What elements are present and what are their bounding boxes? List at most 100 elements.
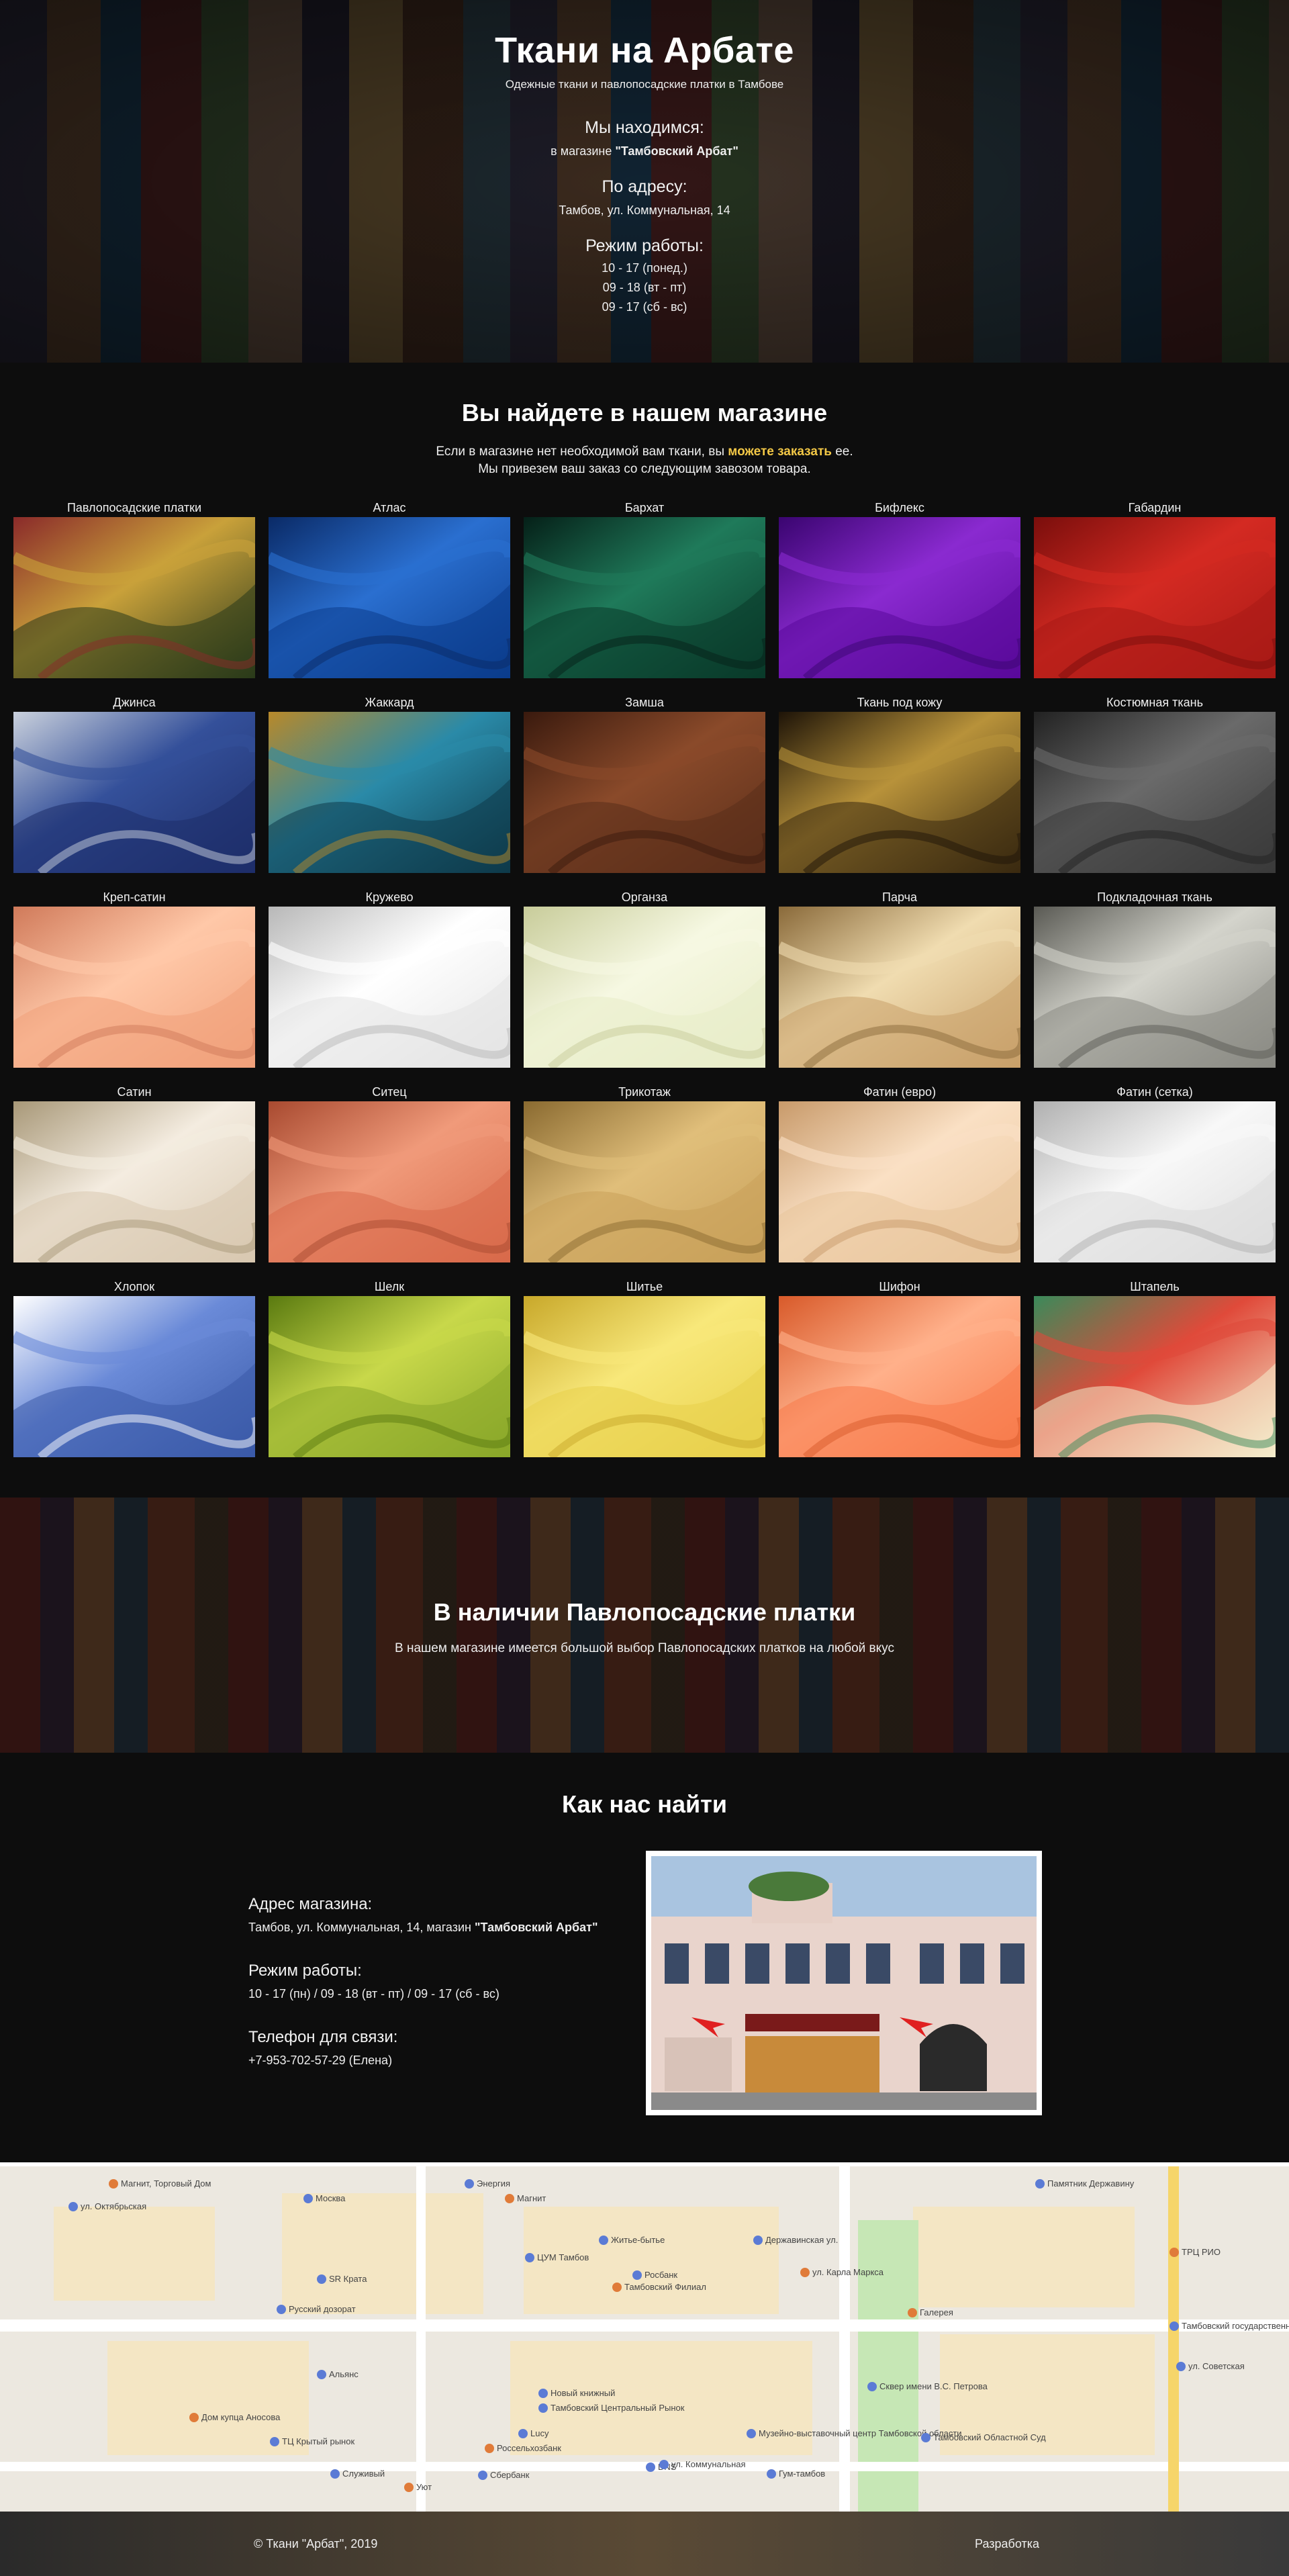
map-label: Москва (316, 2193, 346, 2203)
fabric-name: Бархат (624, 501, 665, 514)
hours-line: 09 - 18 (вт - пт) (602, 281, 687, 294)
developer-link[interactable]: Разработка (975, 2537, 1039, 2551)
fabric-card: Хлопок (13, 1277, 255, 1457)
map-label: Магнит (517, 2193, 546, 2203)
map-marker-icon[interactable] (753, 2236, 763, 2245)
map-block (54, 2207, 215, 2301)
fabric-image (13, 907, 255, 1068)
fabric-image (524, 712, 765, 873)
fabric-image (779, 1296, 1020, 1457)
map-label: ул. Октябрьская (81, 2201, 147, 2211)
map-label: Тамбовский Областной Суд (933, 2432, 1046, 2442)
fabric-image (13, 1101, 255, 1262)
store-hours: 10 - 17 (пн) / 09 - 18 (вт - пт) / 09 - … (248, 1987, 499, 2000)
find-us-section: Как нас найти Адрес магазина: Тамбов, ул… (0, 1753, 1289, 2162)
fabric-card: Бархат (524, 498, 765, 678)
location-map[interactable]: Магнит, Торговый Дом ул. Октябрьская Москв… (0, 2162, 1289, 2512)
fabric-card: Шифон (779, 1277, 1020, 1457)
store-building-image (651, 1856, 1037, 2110)
map-marker-icon[interactable] (478, 2471, 487, 2480)
fabric-image (524, 1101, 765, 1262)
map-marker-icon[interactable] (767, 2469, 776, 2479)
map-label: Lucy (530, 2428, 549, 2438)
map-road (839, 2166, 850, 2512)
map-marker-icon[interactable] (317, 2370, 326, 2379)
shawls-title: В наличии Павлопосадские платки (433, 1598, 856, 1626)
map-marker-icon[interactable] (1169, 2321, 1179, 2331)
fabric-image (269, 712, 510, 873)
map-marker-icon[interactable] (538, 2389, 548, 2398)
map-marker-icon[interactable] (659, 2460, 669, 2469)
map-label: Альянс (329, 2369, 359, 2379)
map-marker-icon[interactable] (518, 2429, 528, 2438)
fabric-image (269, 907, 510, 1068)
fabric-name: Ткань под кожу (857, 696, 943, 709)
find-us-title: Как нас найти (562, 1790, 727, 1818)
map-marker-icon[interactable] (538, 2403, 548, 2413)
map-marker-icon[interactable] (317, 2274, 326, 2284)
fabric-card: Шелк (269, 1277, 510, 1457)
map-label: Служивый (342, 2469, 385, 2479)
map-label: Уют (416, 2482, 432, 2492)
fabric-name: Фатин (евро) (863, 1085, 937, 1099)
fabrics-lead: Если в магазине нет необходимой вам ткан… (0, 443, 1289, 478)
fabric-image (13, 712, 255, 873)
fabric-name: Парча (882, 890, 917, 904)
map-marker-icon[interactable] (612, 2283, 622, 2292)
map-marker-icon[interactable] (277, 2305, 286, 2314)
fabric-name: Жаккард (365, 696, 414, 709)
shawls-text: В нашем магазине имеется большой выбор П… (395, 1641, 894, 1655)
map-road (0, 2319, 1289, 2332)
map-marker-icon[interactable] (1035, 2179, 1045, 2189)
map-marker-icon[interactable] (485, 2444, 494, 2453)
map-marker-icon[interactable] (599, 2236, 608, 2245)
map-marker-icon[interactable] (109, 2179, 118, 2189)
store-phone[interactable]: +7-953-702-57-29 (Елена) (248, 2054, 646, 2068)
map-marker-icon[interactable] (646, 2463, 655, 2472)
location-prefix: в магазине (551, 144, 616, 158)
map-marker-icon[interactable] (800, 2268, 810, 2277)
map-marker-icon[interactable] (303, 2194, 313, 2203)
site-subtitle: Одежные ткани и павлопосадские платки в … (505, 78, 784, 91)
map-marker-icon[interactable] (505, 2194, 514, 2203)
fabric-name: Ситец (372, 1085, 407, 1099)
site-footer: © Ткани "Арбат", 2019 Разработка (0, 2512, 1289, 2576)
map-marker-icon[interactable] (867, 2382, 877, 2391)
map-marker-icon[interactable] (189, 2413, 199, 2422)
map-label: ул. Коммунальная (671, 2459, 746, 2469)
store-info: Адрес магазина: Тамбов, ул. Коммунальная… (248, 1851, 646, 2115)
map-marker-icon[interactable] (330, 2469, 340, 2479)
map-marker-icon[interactable] (1169, 2248, 1179, 2257)
map-marker-icon[interactable] (921, 2433, 930, 2442)
map-label: Державинская ул. (765, 2235, 839, 2245)
map-marker-icon[interactable] (1176, 2362, 1186, 2371)
map-block (913, 2207, 1135, 2307)
fabric-image (269, 1101, 510, 1262)
map-marker-icon[interactable] (747, 2429, 756, 2438)
fabric-name: Штапель (1130, 1280, 1180, 1293)
map-marker-icon[interactable] (270, 2437, 279, 2446)
fabric-card: Костюмная ткань (1034, 693, 1276, 873)
map-label: Житье-бытье (611, 2235, 665, 2245)
fabric-image (779, 907, 1020, 1068)
fabric-card: Штапель (1034, 1277, 1276, 1457)
map-label: Сквер имени В.С. Петрова (879, 2381, 988, 2391)
map-marker-icon[interactable] (908, 2308, 917, 2317)
map-marker-icon[interactable] (525, 2253, 534, 2262)
copyright: © Ткани "Арбат", 2019 (254, 2536, 378, 2550)
fabric-card: Жаккард (269, 693, 510, 873)
order-link[interactable]: можете заказать (728, 445, 832, 459)
map-marker-icon[interactable] (632, 2270, 642, 2280)
fabric-name: Хлопок (113, 1280, 155, 1293)
map-marker-icon[interactable] (68, 2202, 78, 2211)
map-block (282, 2193, 483, 2314)
fabric-name: Органза (621, 890, 668, 904)
store-address: Тамбов, ул. Коммунальная, 14, магазин "Т… (248, 1921, 646, 1935)
fabric-image (13, 517, 255, 678)
fabric-image (524, 907, 765, 1068)
fabric-card: Бифлекс (779, 498, 1020, 678)
lead-text-end: ее. (831, 445, 853, 459)
fabric-card: Атлас (269, 498, 510, 678)
map-marker-icon[interactable] (404, 2483, 414, 2492)
map-marker-icon[interactable] (465, 2179, 474, 2189)
